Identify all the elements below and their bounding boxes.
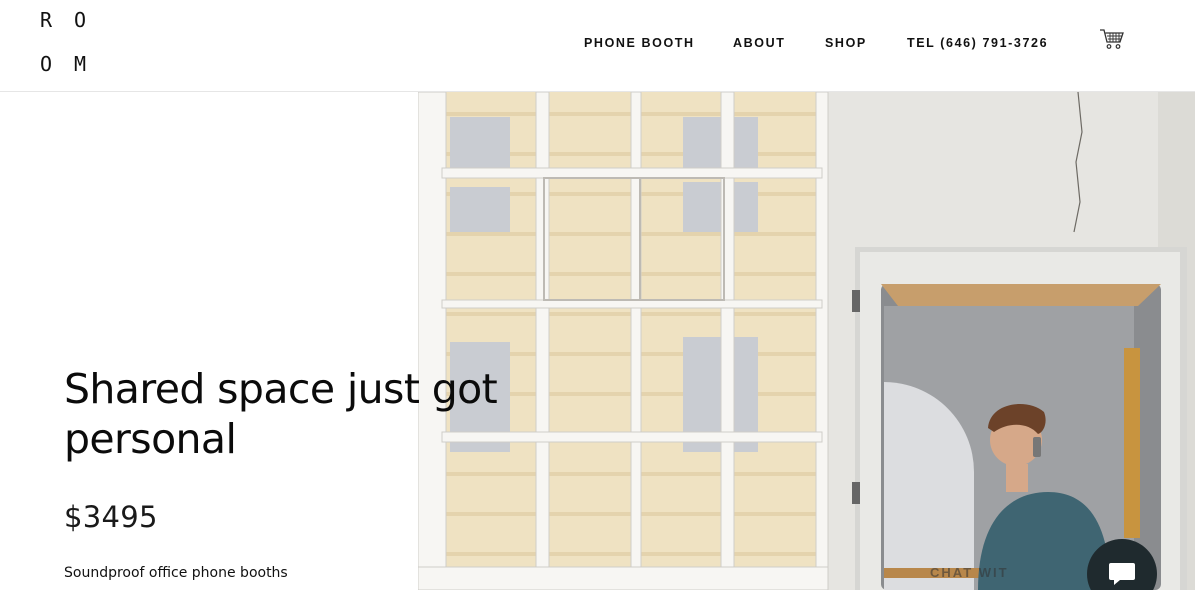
room-logo[interactable]: R O O M [40, 8, 100, 80]
chat-bubble-icon [1109, 563, 1135, 585]
product-price: $3495 [64, 500, 158, 534]
logo-letter: O [40, 52, 53, 76]
headline-line-1: Shared space just got [64, 365, 498, 413]
hero-subtitle: Soundproof office phone booths [64, 565, 288, 581]
logo-letter: O [74, 8, 87, 32]
hero-headline: Shared space just got personal [64, 364, 584, 464]
hero-headline-block: Shared space just got personal [64, 364, 584, 464]
phone-booth-photo [418, 92, 1195, 590]
shopping-cart-icon[interactable] [1099, 27, 1125, 51]
nav-phone-booth[interactable]: PHONE BOOTH [584, 34, 695, 52]
headline-line-2: personal [64, 415, 237, 463]
logo-letter: M [74, 52, 87, 76]
nav-shop[interactable]: SHOP [825, 34, 867, 52]
nav-telephone[interactable]: TEL (646) 791-3726 [907, 34, 1048, 52]
site-header: R O O M PHONE BOOTH ABOUT SHOP TEL (646)… [0, 0, 1195, 92]
nav-about[interactable]: ABOUT [733, 34, 785, 52]
logo-letter: R [40, 8, 53, 32]
chat-label[interactable]: CHAT WIT [930, 565, 1009, 580]
